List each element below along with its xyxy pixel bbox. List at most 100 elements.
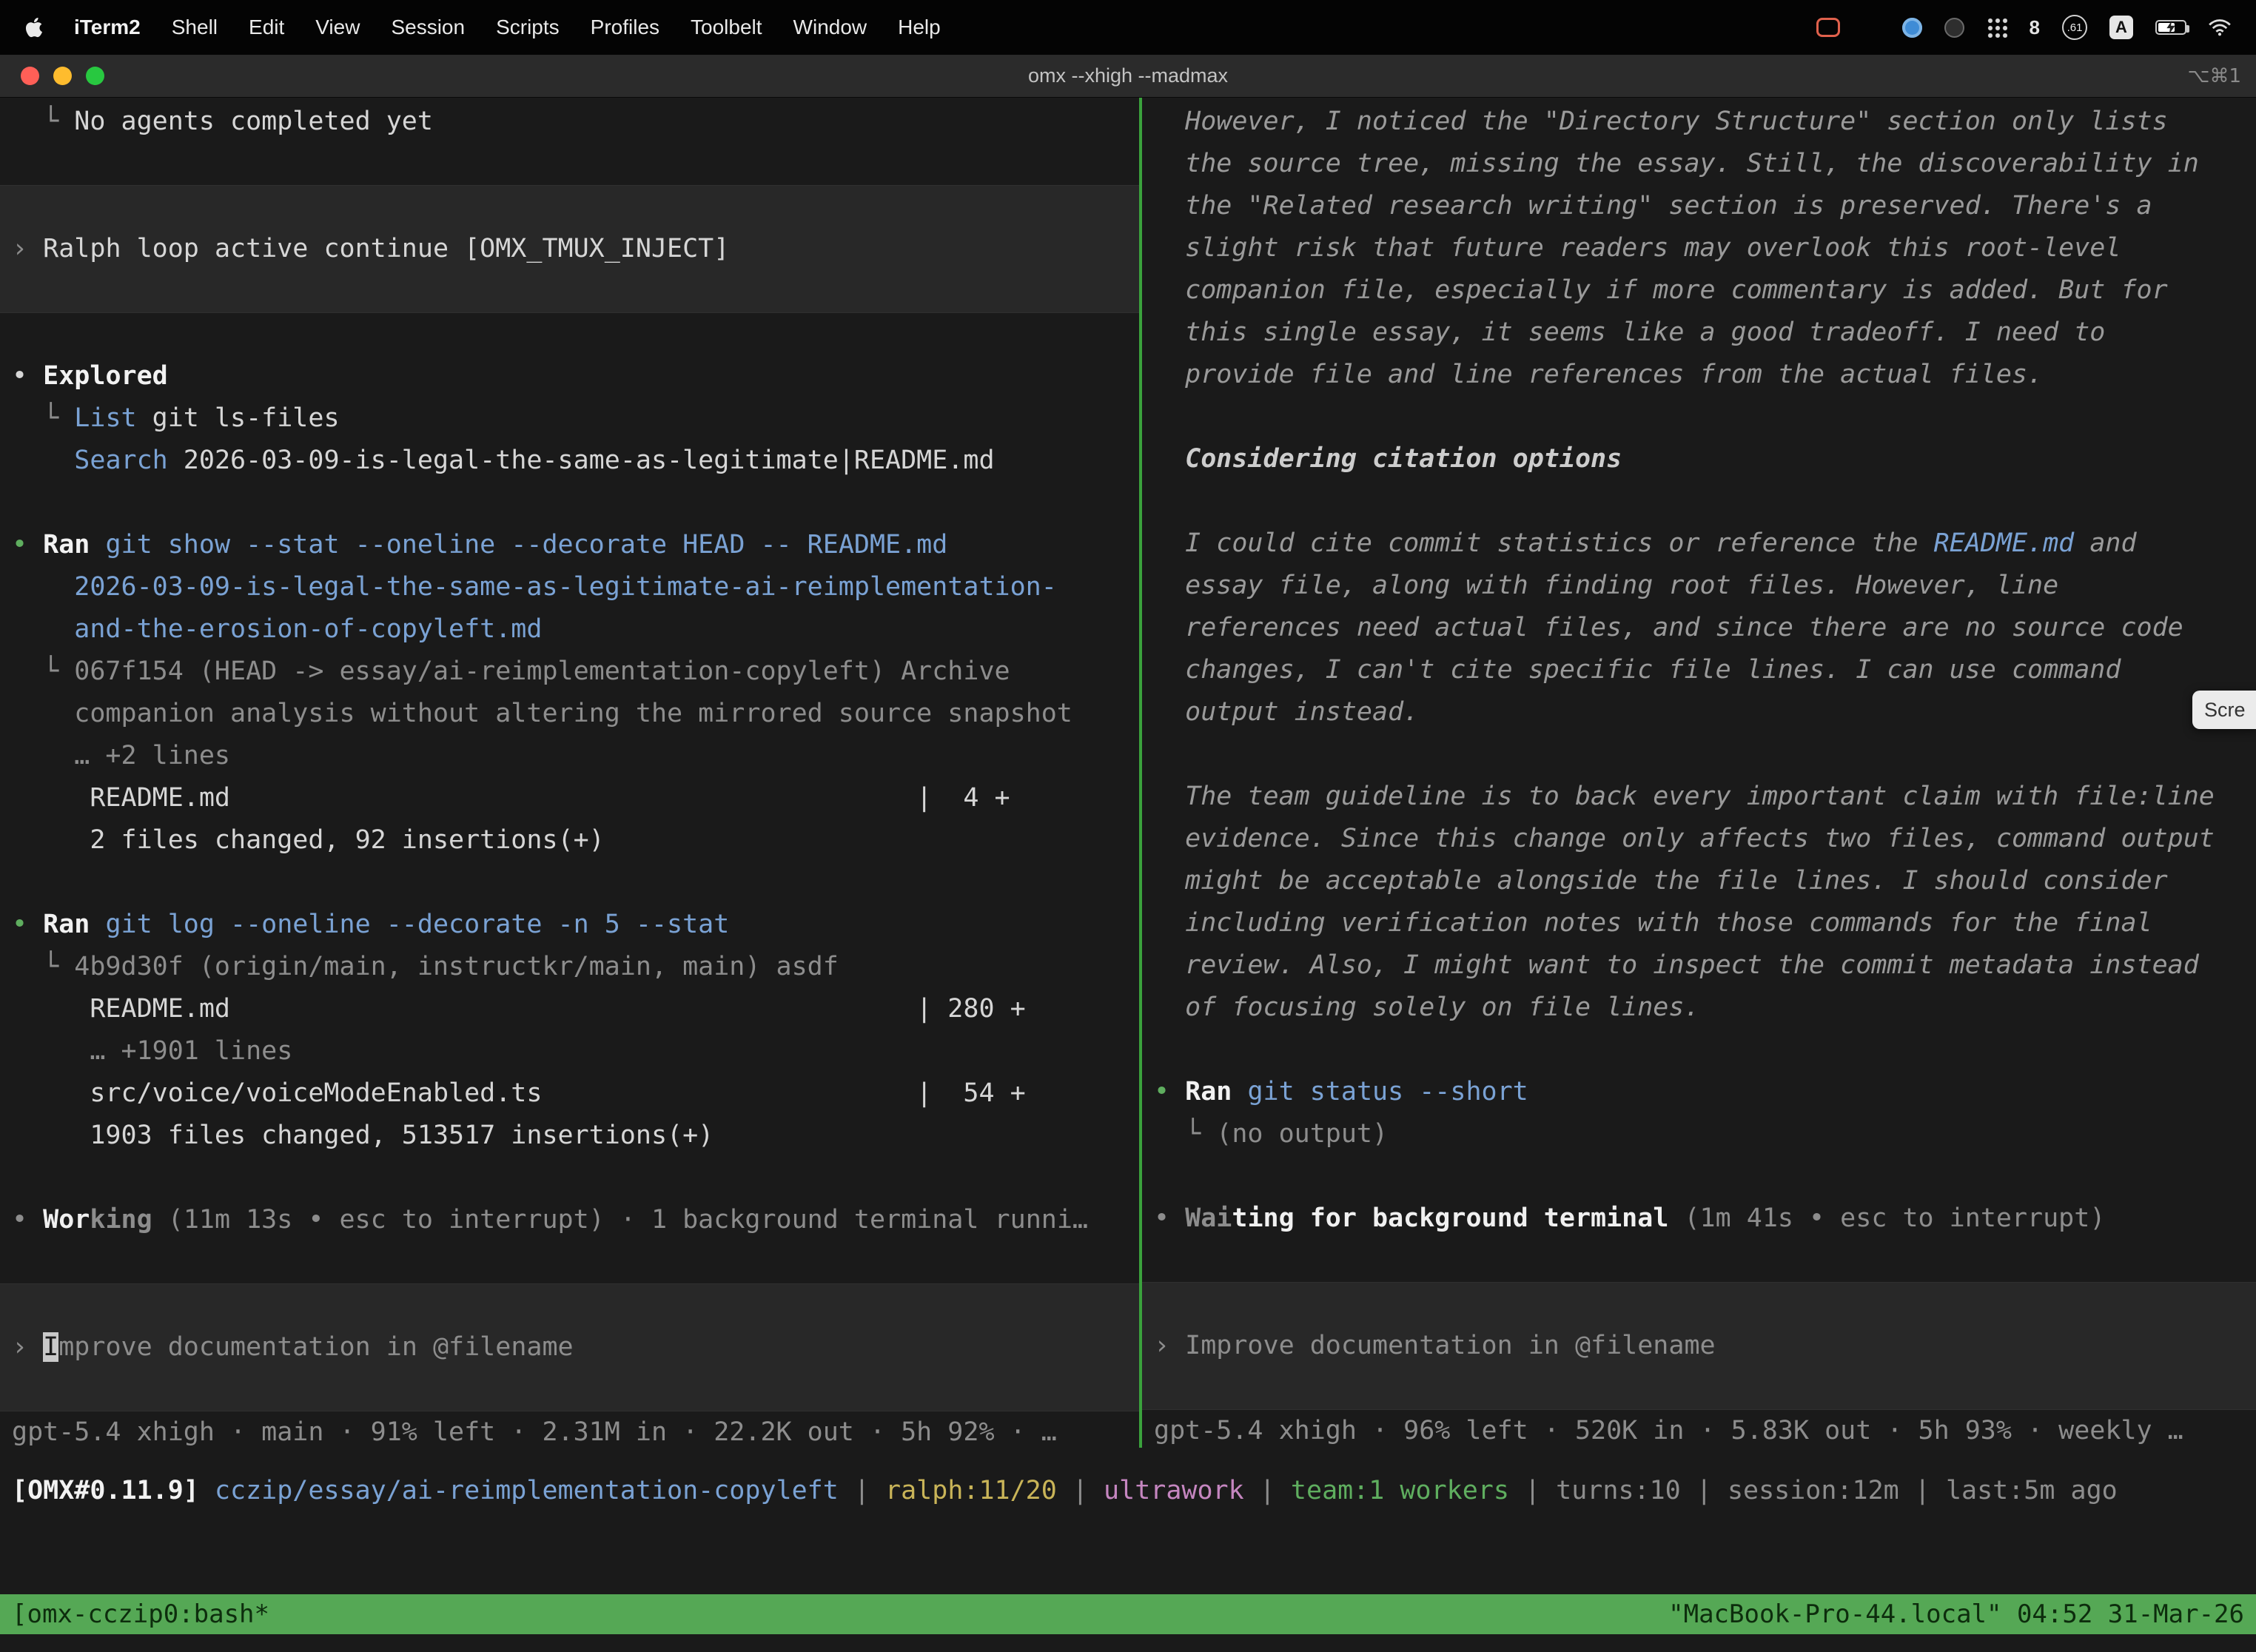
menu-item-scripts[interactable]: Scripts	[496, 16, 560, 39]
wifi-icon[interactable]	[2209, 19, 2231, 36]
terminal-line	[0, 313, 1139, 355]
key-8-icon[interactable]: 8	[2030, 16, 2040, 39]
terminal-line: output instead.	[1142, 691, 2256, 733]
minimize-button[interactable]	[53, 67, 72, 85]
terminal-line	[1142, 396, 2256, 438]
grid-app-icon[interactable]	[1862, 19, 1880, 36]
menu-item-profiles[interactable]: Profiles	[591, 16, 659, 39]
dots-grid-icon[interactable]	[1987, 17, 2007, 38]
terminal-line: └ List git ls-files	[0, 397, 1139, 440]
terminal-line: • Waiting for background terminal (1m 41…	[1142, 1198, 2256, 1240]
terminal-panes: └ No agents completed yet › Ralph loop a…	[0, 98, 2256, 1448]
terminal-line: › Improve documentation in @filename	[1142, 1325, 2256, 1367]
terminal-line: • Explored	[0, 355, 1139, 397]
terminal-line: └ (no output)	[1142, 1113, 2256, 1155]
terminal-line	[1142, 733, 2256, 776]
input-source-icon[interactable]: A	[2109, 16, 2133, 39]
terminal-line	[0, 482, 1139, 524]
terminal-line	[0, 143, 1139, 185]
window-titlebar[interactable]: omx --xhigh --madmax ⌥⌘1	[0, 55, 2256, 98]
macos-menubar: iTerm2 Shell Edit View Session Scripts Profile…	[0, 0, 2256, 55]
menu-item-shell[interactable]: Shell	[172, 16, 218, 39]
terminal-line: evidence. Since this change only affects…	[1142, 818, 2256, 860]
terminal-line: └ 4b9d30f (origin/main, instructkr/main,…	[0, 946, 1139, 988]
terminal-line: provide file and line references from th…	[1142, 354, 2256, 396]
dark-app-icon[interactable]	[1944, 18, 1964, 38]
terminal-line: • Ran git status --short	[1142, 1071, 2256, 1113]
omx-status-bar: [OMX#0.11.9] cczip/essay/ai-reimplementa…	[0, 1470, 2256, 1512]
menu-item-toolbelt[interactable]: Toolbelt	[691, 16, 762, 39]
tmux-session-label: [omx-cczip0:bash*	[12, 1599, 269, 1629]
terminal-line: gpt-5.4 xhigh · 96% left · 520K in · 5.8…	[1142, 1410, 2256, 1448]
terminal-line: └ 067f154 (HEAD -> essay/ai-reimplementa…	[0, 651, 1139, 693]
terminal-line: However, I noticed the "Directory Struct…	[1142, 101, 2256, 143]
window-title: omx --xhigh --madmax	[1028, 64, 1228, 87]
terminal-pane-left[interactable]: └ No agents completed yet › Ralph loop a…	[0, 98, 1139, 1448]
menu-item-session[interactable]: Session	[391, 16, 465, 39]
terminal-line: › Improve documentation in @filename	[0, 1326, 1139, 1369]
menubar-menus: iTerm2 Shell Edit View Session Scripts Profile…	[25, 16, 941, 39]
apple-icon	[25, 16, 43, 38]
menu-item-edit[interactable]: Edit	[249, 16, 284, 39]
menu-item-iterm2[interactable]: iTerm2	[74, 16, 141, 39]
terminal-line	[1142, 480, 2256, 523]
terminal-line: slight risk that future readers may over…	[1142, 227, 2256, 269]
terminal-line: 2026-03-09-is-legal-the-same-as-legitima…	[0, 566, 1139, 608]
terminal-line: › Ralph loop active continue [OMX_TMUX_I…	[0, 228, 1139, 270]
menu-item-window[interactable]: Window	[793, 16, 867, 39]
terminal-line: └ No agents completed yet	[0, 101, 1139, 143]
menu-item-view[interactable]: View	[315, 16, 360, 39]
terminal-line	[1142, 1155, 2256, 1198]
terminal-line	[1142, 1240, 2256, 1282]
terminal-line: companion file, especially if more comme…	[1142, 269, 2256, 312]
terminal-line	[0, 1241, 1139, 1283]
battery-icon[interactable]	[2155, 20, 2186, 35]
terminal-line: of focusing solely on file lines.	[1142, 987, 2256, 1029]
prompt-input[interactable]: › Improve documentation in @filename	[1142, 1282, 2256, 1410]
terminal-line: references need actual files, and since …	[1142, 607, 2256, 649]
charging-bolt-icon	[2166, 21, 2175, 34]
battery-percent-badge[interactable]: .61	[2062, 15, 2087, 40]
prompt-input[interactable]: › Improve documentation in @filename	[0, 1283, 1139, 1411]
terminal-line: review. Also, I might want to inspect th…	[1142, 944, 2256, 987]
window-shortcut-badge: ⌥⌘1	[2187, 55, 2241, 97]
terminal-line: src/voice/voiceModeEnabled.ts | 54 +	[0, 1072, 1139, 1115]
terminal-line: Considering citation options	[1142, 438, 2256, 480]
terminal-line: README.md | 280 +	[0, 988, 1139, 1030]
zoom-button[interactable]	[86, 67, 104, 85]
screen: iTerm2 Shell Edit View Session Scripts Profile…	[0, 0, 2256, 1652]
terminal-pane-right[interactable]: However, I noticed the "Directory Struct…	[1142, 98, 2256, 1448]
terminal-line: changes, I can't cite specific file line…	[1142, 649, 2256, 691]
apple-menu[interactable]	[25, 16, 43, 38]
ralph-loop-banner: › Ralph loop active continue [OMX_TMUX_I…	[0, 185, 1139, 313]
menu-item-help[interactable]: Help	[898, 16, 941, 39]
terminal-line: companion analysis without altering the …	[0, 693, 1139, 735]
screen-notification-label: Scre	[2204, 699, 2246, 722]
terminal-line: 2 files changed, 92 insertions(+)	[0, 819, 1139, 862]
terminal-line: The team guideline is to back every impo…	[1142, 776, 2256, 818]
terminal-line: … +1901 lines	[0, 1030, 1139, 1072]
terminal-line: • Working (11m 13s • esc to interrupt) ·…	[0, 1199, 1139, 1241]
terminal-line	[1142, 1029, 2256, 1071]
screen-recording-indicator-icon[interactable]	[1816, 18, 1840, 37]
terminal-line: and-the-erosion-of-copyleft.md	[0, 608, 1139, 651]
terminal-line	[0, 862, 1139, 904]
terminal-line: gpt-5.4 xhigh · main · 91% left · 2.31M …	[0, 1411, 1139, 1448]
terminal-line: the "Related research writing" section i…	[1142, 185, 2256, 227]
omx-status-line: [OMX#0.11.9] cczip/essay/ai-reimplementa…	[0, 1470, 2256, 1512]
terminal-line: • Ran git log --oneline --decorate -n 5 …	[0, 904, 1139, 946]
terminal-line: … +2 lines	[0, 735, 1139, 777]
terminal-line: this single essay, it seems like a good …	[1142, 312, 2256, 354]
tmux-status-bar: [omx-cczip0:bash* "MacBook-Pro-44.local"…	[0, 1594, 2256, 1634]
terminal-line: might be acceptable alongside the file l…	[1142, 860, 2256, 902]
tmux-host-clock: "MacBook-Pro-44.local" 04:52 31-Mar-26	[1668, 1599, 2244, 1629]
terminal-line: README.md | 4 +	[0, 777, 1139, 819]
terminal-line	[0, 1157, 1139, 1199]
blue-app-icon[interactable]	[1902, 18, 1922, 38]
terminal-line: Search 2026-03-09-is-legal-the-same-as-l…	[0, 440, 1139, 482]
screen-notification-tab[interactable]: Scre	[2192, 691, 2256, 729]
traffic-lights	[21, 55, 104, 97]
terminal-line: I could cite commit statistics or refere…	[1142, 523, 2256, 565]
close-button[interactable]	[21, 67, 39, 85]
terminal-line: including verification notes with those …	[1142, 902, 2256, 944]
